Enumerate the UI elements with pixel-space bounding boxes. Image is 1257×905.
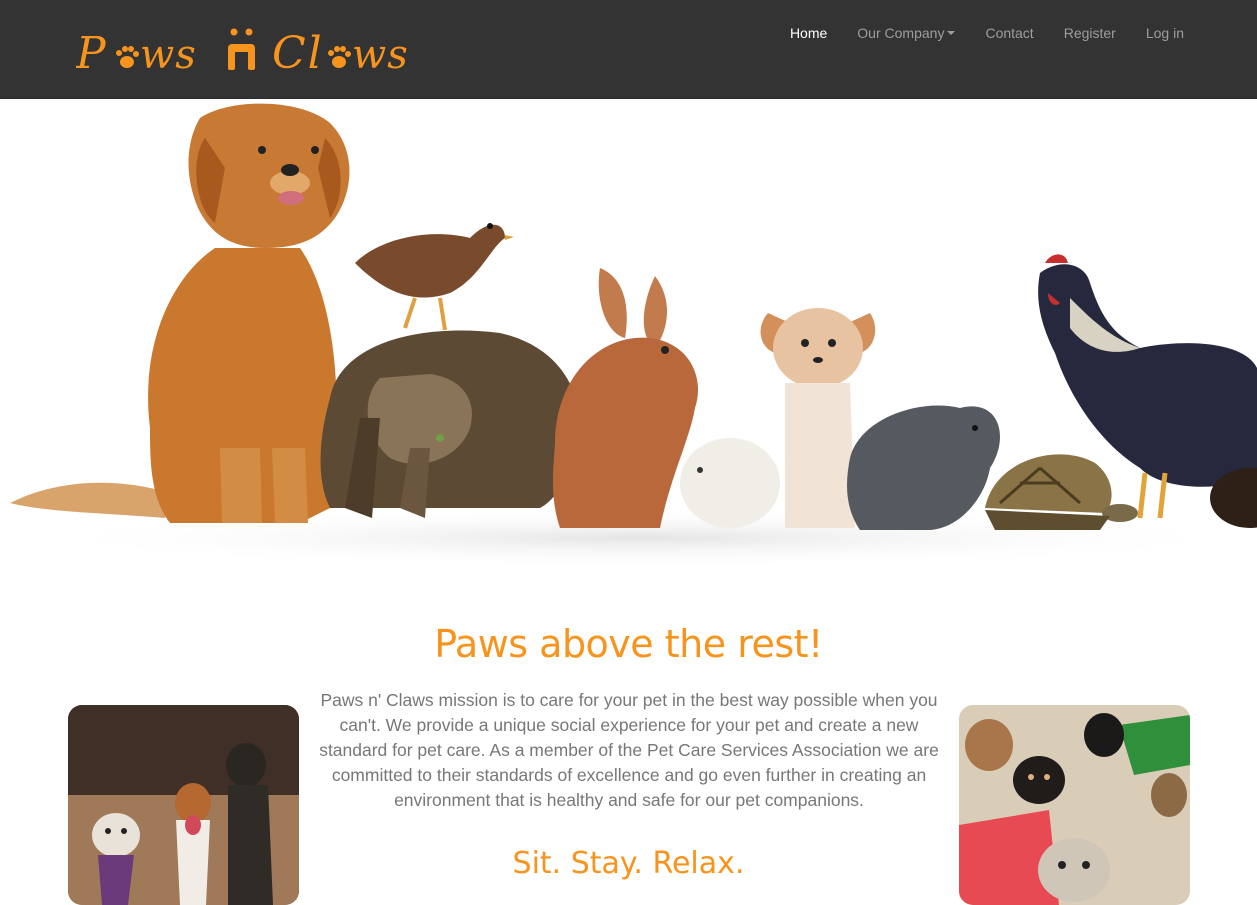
chick-figure [680, 438, 780, 528]
bird-figure [355, 223, 514, 331]
tortoise-figure [985, 454, 1138, 530]
navbar: P ws Cl ws Home Our Company Contact Regi… [0, 0, 1257, 99]
nav-login[interactable]: Log in [1131, 0, 1199, 66]
hero-banner [0, 98, 1257, 568]
svg-text:Cl: Cl [272, 28, 324, 78]
logo-graphic: P ws Cl ws [76, 28, 409, 78]
svg-text:ws: ws [352, 32, 409, 78]
page-headline: Paws above the rest! [434, 622, 823, 666]
nav-contact[interactable]: Contact [970, 0, 1048, 66]
pets-banner-image [10, 103, 1257, 568]
rabbit-figure [552, 268, 698, 528]
nav-register[interactable]: Register [1049, 0, 1131, 66]
site-logo[interactable]: P ws Cl ws [76, 22, 446, 78]
nav-our-company-dropdown[interactable]: Our Company [842, 0, 970, 66]
caret-down-icon [947, 31, 956, 35]
mission-statement: Paws n' Claws mission is to care for you… [319, 690, 939, 810]
main-nav: Home Our Company Contact Register Log in [775, 0, 1199, 66]
page-subheadline: Sit. Stay. Relax. [512, 846, 745, 881]
fluffy-chicken-figure [847, 405, 1000, 530]
dog-figure [10, 103, 350, 523]
cat-figure [320, 330, 581, 518]
nav-our-company-label: Our Company [857, 25, 945, 41]
svg-text:ws: ws [140, 32, 197, 78]
svg-text:P: P [76, 28, 108, 78]
nav-home[interactable]: Home [775, 0, 842, 66]
